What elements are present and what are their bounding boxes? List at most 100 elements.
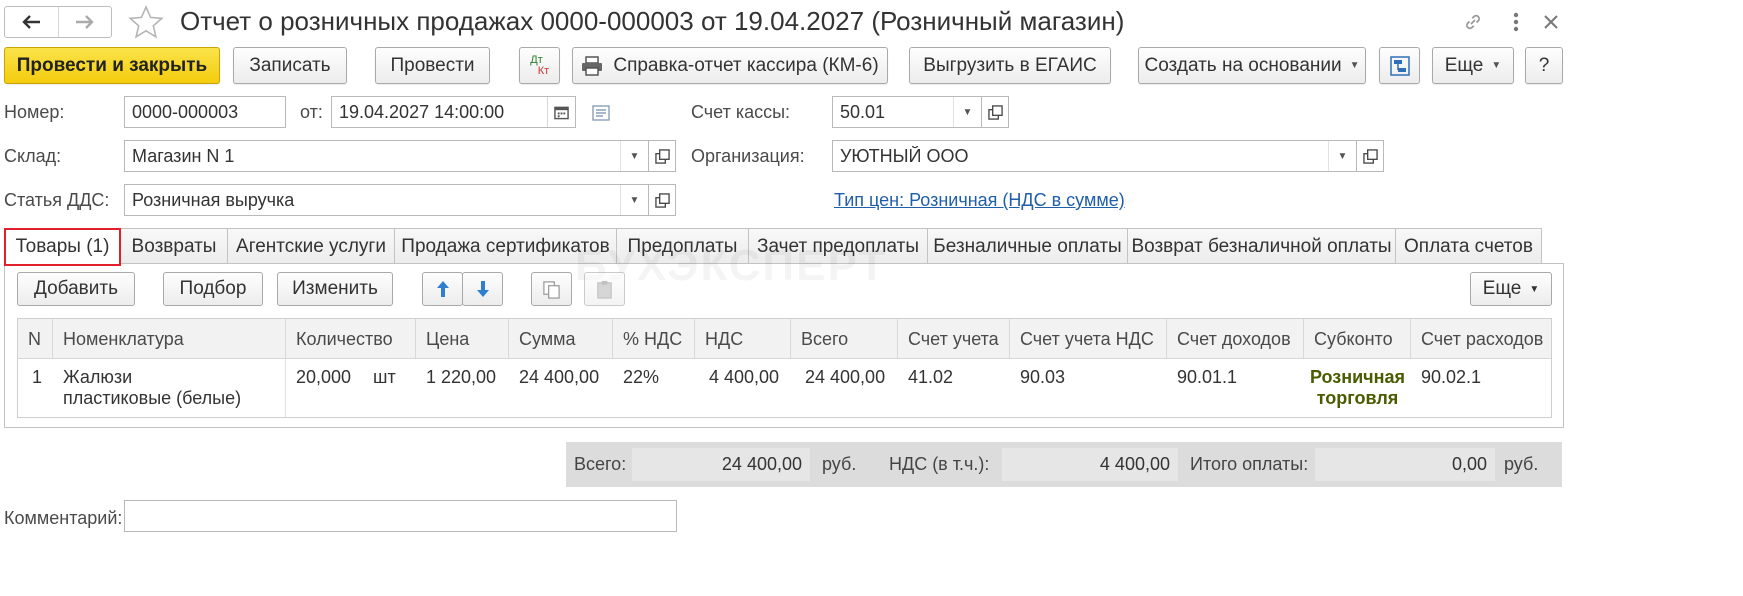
close-icon[interactable] (1537, 8, 1565, 36)
column-header-total[interactable]: Всего (791, 319, 898, 359)
cell-n: 1 (32, 367, 43, 387)
date-field[interactable]: 19.04.2027 14:00:00 (331, 96, 576, 128)
open-icon (1362, 148, 1378, 164)
dds-value: Розничная выручка (132, 189, 295, 210)
cell-subconto-line1: Розничная (1309, 367, 1406, 387)
table-more-label: Еще (1482, 278, 1522, 299)
table-more-button[interactable]: Еще ▼ (1470, 272, 1552, 306)
post-button[interactable]: Провести (375, 47, 490, 84)
price-type-link[interactable]: Тип цен: Розничная (НДС в сумме) (834, 190, 1125, 211)
column-header-vat[interactable]: НДС (695, 319, 791, 359)
cell-vat-account: 90.03 (1020, 367, 1066, 387)
column-header-nomenclature[interactable]: Номенклатура (53, 319, 286, 359)
cell-unit: шт (373, 367, 396, 387)
column-header-quantity[interactable]: Количество (286, 319, 416, 359)
pick-button[interactable]: Подбор (163, 272, 263, 306)
dropdown-arrow-icon[interactable]: ▼ (620, 141, 648, 171)
tab-agent-services[interactable]: Агентские услуги (227, 228, 395, 264)
change-button[interactable]: Изменить (277, 272, 393, 306)
structure-button[interactable] (1379, 47, 1420, 84)
comment-list-icon[interactable] (592, 105, 610, 121)
arrow-left-icon (22, 15, 41, 29)
more-vertical-icon[interactable] (1502, 8, 1530, 36)
cell-expense-account: 90.02.1 (1421, 367, 1482, 387)
column-header-expense-account[interactable]: Счет расходов (1411, 319, 1551, 359)
currency-label: руб. (1504, 454, 1539, 474)
column-header-subconto[interactable]: Субконто (1304, 319, 1411, 359)
cash-account-field[interactable]: 50.01 ▼ (832, 96, 982, 128)
cashier-report-label: Справка-отчет кассира (КМ-6) (613, 54, 879, 76)
organization-label: Организация: (691, 146, 805, 166)
dropdown-arrow-icon[interactable]: ▼ (1328, 141, 1356, 171)
dropdown-arrow-icon: ▼ (1529, 283, 1540, 295)
forward-button[interactable] (57, 7, 112, 37)
tab-goods[interactable]: Товары (1) (4, 228, 121, 266)
calendar-icon[interactable] (547, 97, 575, 127)
save-button[interactable]: Записать (233, 47, 347, 84)
printer-icon (582, 55, 603, 76)
warehouse-field[interactable]: Магазин N 1 ▼ (124, 140, 649, 172)
column-header-vat-account[interactable]: Счет учета НДС (1010, 319, 1167, 359)
cell-subconto: Розничная торговля (1304, 367, 1411, 409)
more-button[interactable]: Еще ▼ (1432, 47, 1514, 84)
currency-label: руб. (822, 454, 857, 474)
open-icon (654, 148, 670, 164)
link-icon[interactable] (1459, 8, 1487, 36)
cash-account-value: 50.01 (840, 101, 886, 122)
open-dds-button[interactable] (648, 184, 676, 216)
open-icon (987, 104, 1003, 120)
arrow-right-icon (75, 15, 94, 29)
open-cash-account-button[interactable] (981, 96, 1009, 128)
copy-button[interactable] (531, 272, 572, 306)
back-button[interactable] (5, 7, 58, 37)
tab-cashless-refund[interactable]: Возврат безналичной оплаты (1127, 228, 1396, 264)
arrow-up-icon (436, 281, 449, 297)
cell-vat: 4 400,00 (709, 367, 780, 387)
move-up-button[interactable] (422, 272, 463, 306)
open-warehouse-button[interactable] (648, 140, 676, 172)
dropdown-arrow-icon[interactable]: ▼ (953, 97, 981, 127)
vat-total-value: 4 400,00 (1002, 448, 1178, 481)
tab-invoice-payment[interactable]: Оплата счетов (1395, 228, 1542, 264)
number-field[interactable]: 0000-000003 (124, 96, 286, 128)
total-label: Всего: (574, 454, 627, 474)
column-header-vat-rate[interactable]: % НДС (613, 319, 695, 359)
paste-button[interactable] (584, 272, 625, 306)
column-header-account[interactable]: Счет учета (898, 319, 1010, 359)
cell-total: 24 400,00 (805, 367, 886, 387)
dds-field[interactable]: Розничная выручка ▼ (124, 184, 649, 216)
cell-subconto-line2: торговля (1316, 388, 1399, 408)
organization-field[interactable]: УЮТНЫЙ ООО ▼ (832, 140, 1357, 172)
post-and-close-button[interactable]: Провести и закрыть (4, 47, 220, 84)
favorite-star-icon[interactable] (128, 5, 164, 39)
arrow-down-icon (476, 281, 489, 297)
add-button[interactable]: Добавить (17, 272, 135, 306)
date-label: от: (300, 102, 323, 122)
help-button[interactable]: ? (1525, 47, 1563, 84)
cell-income-account: 90.01.1 (1177, 367, 1238, 387)
warehouse-value: Магазин N 1 (132, 145, 235, 166)
comment-field[interactable] (124, 500, 677, 532)
column-header-n[interactable]: N (18, 319, 53, 359)
table-header: N Номенклатура Количество Цена Сумма % Н… (18, 319, 1551, 359)
cell-price: 1 220,00 (426, 367, 497, 387)
tab-returns[interactable]: Возвраты (120, 228, 228, 264)
cell-nomenclature: Жалюзи пластиковые (белые) (53, 367, 241, 409)
dt-kt-button[interactable]: Дт Кт (519, 47, 560, 84)
cashier-report-button[interactable]: Справка-отчет кассира (КМ-6) (572, 47, 888, 84)
create-based-on-button[interactable]: Создать на основании ▼ (1138, 47, 1366, 84)
create-based-on-label: Создать на основании (1144, 54, 1342, 76)
dropdown-arrow-icon: ▼ (1349, 60, 1360, 71)
open-organization-button[interactable] (1356, 140, 1384, 172)
column-header-sum[interactable]: Сумма (509, 319, 613, 359)
tab-cashless-payments[interactable]: Безналичные оплаты (927, 228, 1128, 264)
totals-bar: Всего: 24 400,00 руб. НДС (в т.ч.): 4 40… (566, 442, 1562, 487)
dropdown-arrow-icon[interactable]: ▼ (620, 185, 648, 215)
column-header-price[interactable]: Цена (416, 319, 509, 359)
move-down-button[interactable] (462, 272, 503, 306)
column-header-income-account[interactable]: Счет доходов (1167, 319, 1304, 359)
structure-icon (1389, 55, 1410, 76)
date-value: 19.04.2027 14:00:00 (339, 101, 505, 122)
egais-export-button[interactable]: Выгрузить в ЕГАИС (909, 47, 1111, 84)
cash-account-label: Счет кассы: (691, 102, 791, 122)
